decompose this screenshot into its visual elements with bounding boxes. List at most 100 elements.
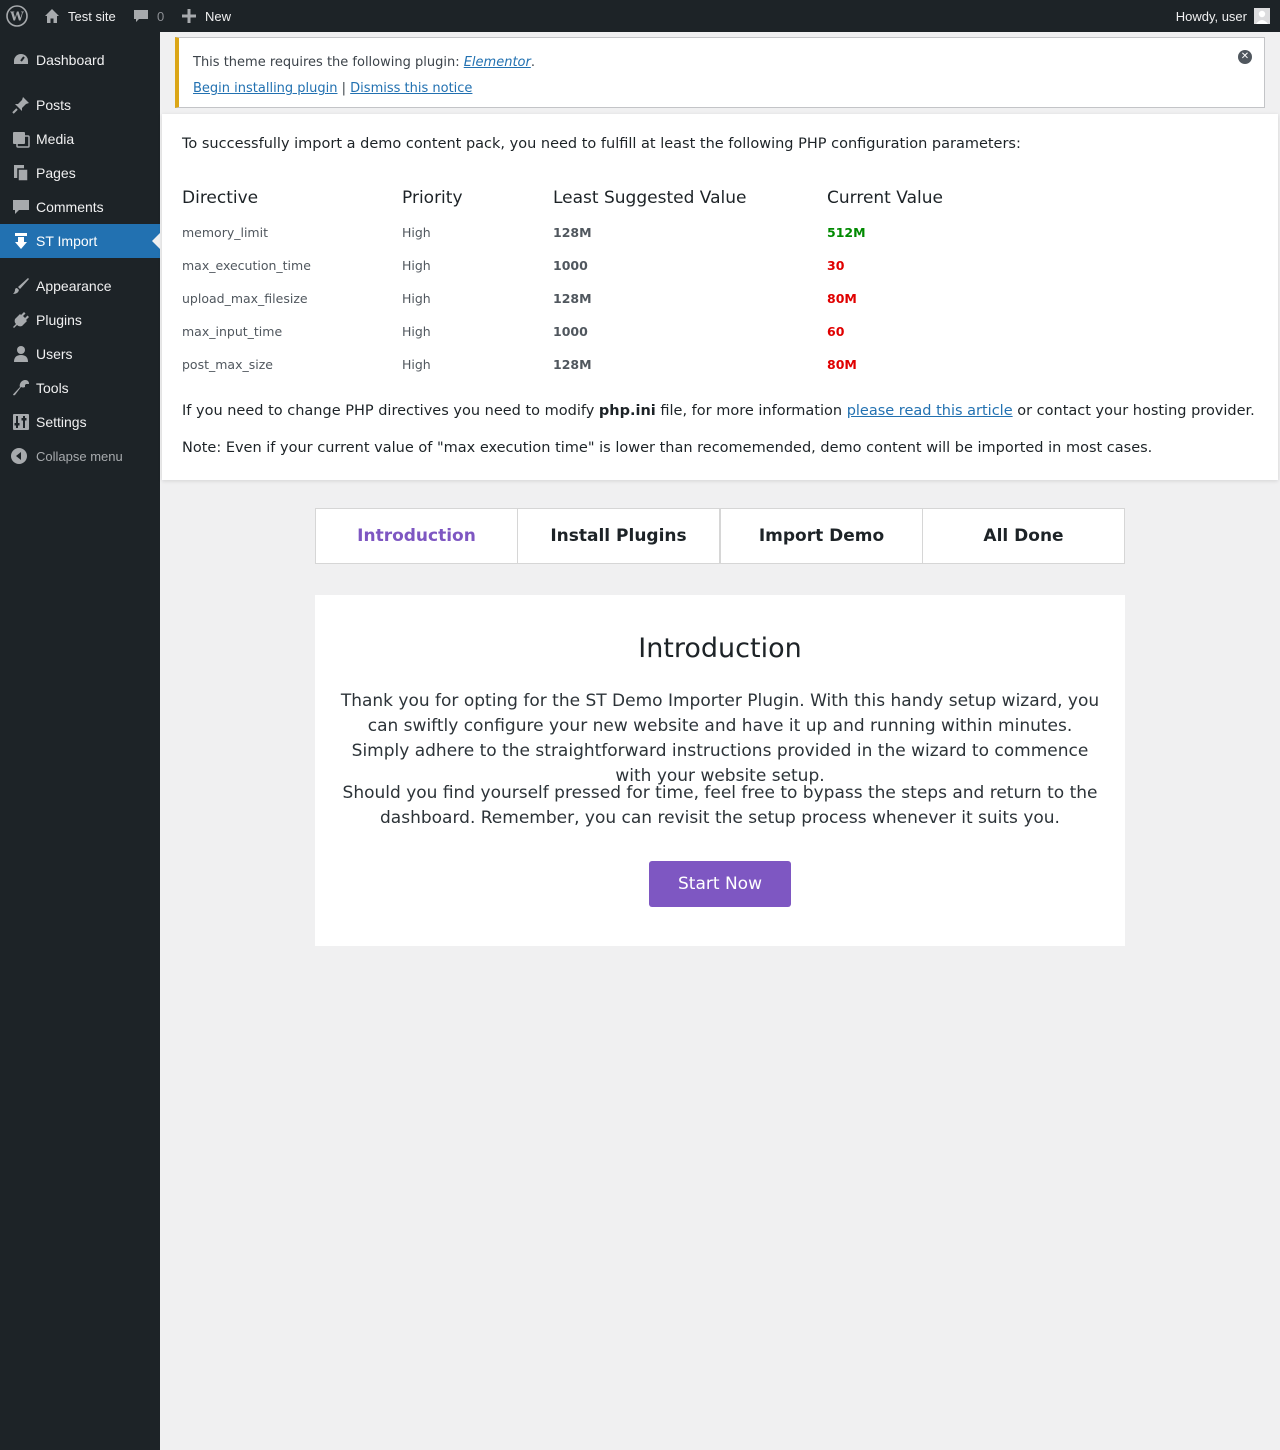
- settings-icon: [11, 412, 31, 432]
- tab-introduction[interactable]: Introduction: [315, 508, 518, 564]
- current-value-cell: 30: [827, 258, 845, 273]
- collapse-menu-button[interactable]: Collapse menu: [0, 439, 160, 473]
- new-label: New: [205, 8, 232, 24]
- tab-install-plugins[interactable]: Install Plugins: [517, 508, 720, 564]
- column-header-current: Current Value: [827, 188, 943, 208]
- directive-cell: post_max_size: [182, 357, 273, 372]
- sidebar-item-label: Settings: [36, 414, 87, 430]
- howdy-text: Howdy, user: [1175, 8, 1247, 24]
- sidebar-item-label: Plugins: [36, 312, 82, 328]
- collapse-menu-label: Collapse menu: [36, 448, 123, 464]
- sidebar-item-label: Dashboard: [36, 52, 105, 68]
- current-value-cell: 60: [827, 324, 845, 339]
- wrench-icon: [11, 378, 31, 398]
- priority-cell: High: [402, 258, 431, 273]
- priority-cell: High: [402, 225, 431, 240]
- suggested-value-cell: 128M: [553, 291, 592, 306]
- directive-cell: upload_max_filesize: [182, 291, 308, 306]
- execution-time-note: Note: Even if your current value of "max…: [182, 440, 1153, 456]
- wordpress-logo-icon[interactable]: W: [6, 0, 28, 32]
- pages-icon: [11, 163, 31, 183]
- notice-separator: |: [337, 81, 351, 96]
- sidebar-item-label: Users: [36, 346, 73, 362]
- php-ini-filename: php.ini: [598, 403, 656, 419]
- read-article-link[interactable]: please read this article: [847, 403, 1013, 419]
- sidebar-item-label: Tools: [36, 380, 69, 396]
- sidebar-item-pages[interactable]: Pages: [0, 156, 160, 190]
- home-icon: [44, 8, 60, 24]
- php-requirements-panel: To successfully import a demo content pa…: [162, 114, 1278, 480]
- tab-all-done[interactable]: All Done: [922, 508, 1125, 564]
- introduction-title: Introduction: [638, 633, 802, 664]
- admin-bar: W Test site 0 New Howdy, user: [0, 0, 1280, 32]
- admin-sidebar: Dashboard Posts Media Pages Comments ST …: [0, 32, 160, 1450]
- svg-text:W: W: [9, 10, 24, 24]
- suggested-value-cell: 128M: [553, 357, 592, 372]
- sidebar-item-users[interactable]: Users: [0, 337, 160, 371]
- plus-icon: [182, 9, 196, 23]
- sidebar-item-label: Media: [36, 131, 75, 147]
- current-value-cell: 512M: [827, 225, 866, 240]
- plug-icon: [11, 310, 31, 330]
- sidebar-item-media[interactable]: Media: [0, 122, 160, 156]
- comment-bubble-icon: [133, 8, 149, 24]
- directive-cell: max_input_time: [182, 324, 283, 339]
- collapse-arrow-icon: [9, 446, 29, 466]
- introduction-paragraph: Thank you for opting for the ST Demo Imp…: [340, 691, 1100, 786]
- suggested-value-cell: 128M: [553, 225, 592, 240]
- sidebar-item-settings[interactable]: Settings: [0, 405, 160, 439]
- sidebar-item-label: ST Import: [36, 233, 98, 249]
- priority-cell: High: [402, 291, 431, 306]
- user-icon: [11, 344, 31, 364]
- dashboard-icon: [11, 50, 31, 70]
- notice-message: This theme requires the following plugin…: [193, 55, 535, 70]
- notice-actions: Begin installing plugin | Dismiss this n…: [193, 81, 472, 96]
- comment-icon: [11, 197, 31, 217]
- pin-icon: [11, 95, 31, 115]
- brush-icon: [11, 276, 31, 296]
- php-ini-note: If you need to change PHP directives you…: [182, 403, 1255, 419]
- media-icon: [11, 129, 31, 149]
- notice-text: This theme requires the following plugin…: [193, 55, 464, 70]
- my-account-link[interactable]: Howdy, user: [1176, 0, 1270, 32]
- requirements-intro: To successfully import a demo content pa…: [182, 136, 1021, 152]
- column-header-priority: Priority: [402, 188, 463, 208]
- close-icon[interactable]: ✕: [1238, 50, 1252, 64]
- sidebar-item-label: Posts: [36, 97, 72, 113]
- plugin-required-notice: This theme requires the following plugin…: [175, 37, 1265, 108]
- current-value-cell: 80M: [827, 291, 857, 306]
- priority-cell: High: [402, 357, 431, 372]
- note-text: If you need to change PHP directives you…: [182, 403, 599, 419]
- avatar: [1254, 8, 1270, 24]
- suggested-value-cell: 1000: [553, 324, 588, 339]
- comments-count: 0: [157, 8, 165, 24]
- sidebar-item-tools[interactable]: Tools: [0, 371, 160, 405]
- elementor-plugin-link[interactable]: Elementor: [464, 55, 531, 70]
- site-home-link[interactable]: Test site: [44, 0, 116, 32]
- sidebar-item-plugins[interactable]: Plugins: [0, 303, 160, 337]
- column-header-directive: Directive: [182, 188, 259, 208]
- begin-installing-plugin-link[interactable]: Begin installing plugin: [193, 81, 338, 96]
- sidebar-item-posts[interactable]: Posts: [0, 88, 160, 122]
- sidebar-item-appearance[interactable]: Appearance: [0, 269, 160, 303]
- note-text: file, for more information: [655, 403, 847, 419]
- notice-text-end: .: [530, 55, 535, 70]
- sidebar-item-comments[interactable]: Comments: [0, 190, 160, 224]
- priority-cell: High: [402, 324, 431, 339]
- site-name: Test site: [68, 8, 116, 24]
- introduction-card: Introduction Thank you for opting for th…: [315, 595, 1125, 946]
- sidebar-item-dashboard[interactable]: Dashboard: [0, 43, 160, 77]
- dismiss-notice-link[interactable]: Dismiss this notice: [350, 81, 472, 96]
- sidebar-item-st-import[interactable]: ST Import: [0, 224, 160, 258]
- directive-cell: max_execution_time: [182, 258, 311, 273]
- sidebar-item-label: Comments: [36, 199, 104, 215]
- note-text: or contact your hosting provider.: [1012, 403, 1255, 419]
- start-now-button[interactable]: Start Now: [649, 861, 791, 907]
- current-value-cell: 80M: [827, 357, 857, 372]
- column-header-suggested: Least Suggested Value: [553, 188, 747, 208]
- tab-import-demo[interactable]: Import Demo: [720, 508, 923, 564]
- new-content-link[interactable]: New: [182, 0, 231, 32]
- sidebar-item-label: Pages: [36, 165, 76, 181]
- comments-link[interactable]: 0: [133, 0, 164, 32]
- suggested-value-cell: 1000: [553, 258, 588, 273]
